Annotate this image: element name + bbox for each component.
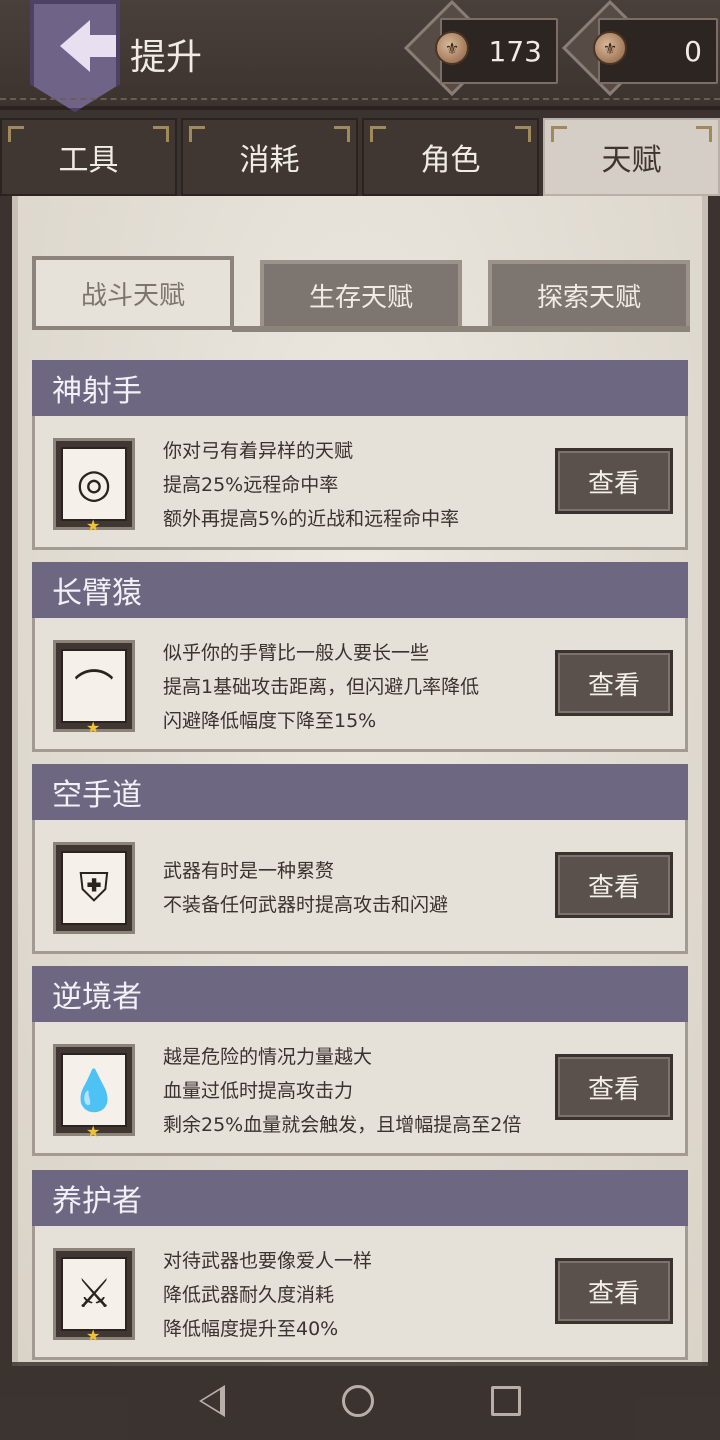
talent-description: 武器有时是一种累赘 不装备任何武器时提高攻击和闪避	[163, 854, 448, 922]
nav-back-icon[interactable]	[198, 1385, 225, 1417]
desc-line: 不装备任何武器时提高攻击和闪避	[163, 894, 449, 916]
talent-title: 养护者	[32, 1170, 688, 1226]
talent-icon-frame: ◎ ★	[53, 438, 135, 535]
back-arrow-icon	[60, 20, 116, 72]
talent-title: 神射手	[32, 360, 688, 416]
desc-line: 提高1基础攻击距离，但闪避几率降低	[163, 676, 480, 698]
coin-icon: ⚜	[593, 31, 627, 65]
view-button[interactable]: 查看	[555, 650, 673, 716]
desc-line: 提高25%远程命中率	[163, 474, 339, 496]
main-tabs: 工具 消耗 角色 天赋	[0, 118, 720, 198]
view-button[interactable]: 查看	[555, 448, 673, 514]
tab-character[interactable]: 角色	[362, 118, 539, 196]
talent-description: 你对弓有着异样的天赋 提高25%远程命中率 额外再提高5%的近战和远程命中率	[163, 434, 459, 536]
page-title: 提升	[130, 37, 203, 78]
desc-line: 对待武器也要像爱人一样	[163, 1250, 373, 1272]
talent-description: 似乎你的手臂比一般人要长一些 提高1基础攻击距离，但闪避几率降低 闪避降低幅度下…	[163, 636, 479, 738]
talent-card: 空手道 ⛨ 武器有时是一种累赘 不装备任何武器时提高攻击和闪避 查看	[32, 764, 688, 954]
star-icon: ★	[86, 1326, 101, 1345]
talent-description: 对待武器也要像爱人一样 降低武器耐久度消耗 降低幅度提升至40%	[163, 1244, 372, 1346]
header-bar: 提升 173 ⚜ 0 ⚜	[0, 0, 720, 112]
tab-label: 工具	[58, 143, 119, 178]
desc-line: 降低武器耐久度消耗	[163, 1284, 335, 1306]
tab-talents[interactable]: 天赋	[543, 118, 720, 196]
talent-icon-frame: 💧 ★	[53, 1044, 135, 1141]
view-button[interactable]: 查看	[555, 1054, 673, 1120]
subtab-exploration-talents[interactable]: 探索天赋	[488, 260, 690, 330]
desc-line: 越是危险的情况力量越大	[163, 1046, 373, 1068]
talent-title: 逆境者	[32, 966, 688, 1022]
system-nav-bar	[0, 1362, 720, 1440]
desc-line: 似乎你的手臂比一般人要长一些	[163, 642, 430, 664]
subtab-divider	[232, 326, 690, 332]
currency-value-2: 0	[684, 34, 702, 68]
talent-description: 越是危险的情况力量越大 血量过低时提高攻击力 剩余25%血量就会触发，且增幅提高…	[163, 1040, 521, 1142]
desc-line: 武器有时是一种累赘	[163, 860, 335, 882]
talent-body: ⌒ ★ 似乎你的手臂比一般人要长一些 提高1基础攻击距离，但闪避几率降低 闪避降…	[32, 618, 688, 752]
talent-title: 长臂猿	[32, 562, 688, 618]
blood-drop-icon: 💧	[61, 1053, 127, 1127]
view-button[interactable]: 查看	[555, 1258, 673, 1324]
desc-line: 额外再提高5%的近战和远程命中率	[163, 508, 460, 530]
desc-line: 剩余25%血量就会触发，且增幅提高至2倍	[163, 1114, 522, 1136]
talent-card: 养护者 ⚔ ★ 对待武器也要像爱人一样 降低武器耐久度消耗 降低幅度提升至40%…	[32, 1170, 688, 1360]
talent-card: 逆境者 💧 ★ 越是危险的情况力量越大 血量过低时提高攻击力 剩余25%血量就会…	[32, 966, 688, 1156]
talent-icon-frame: ⌒ ★	[53, 640, 135, 737]
talent-card: 长臂猿 ⌒ ★ 似乎你的手臂比一般人要长一些 提高1基础攻击距离，但闪避几率降低…	[32, 562, 688, 752]
target-arrows-icon: ◎	[61, 447, 127, 521]
subtab-label: 探索天赋	[536, 282, 641, 313]
karate-gi-icon: ⛨	[61, 851, 127, 925]
talent-body: ◎ ★ 你对弓有着异样的天赋 提高25%远程命中率 额外再提高5%的近战和远程命…	[32, 416, 688, 550]
desc-line: 闪避降低幅度下降至15%	[163, 710, 377, 732]
weapon-care-icon: ⚔	[61, 1257, 127, 1331]
talent-body: ⚔ ★ 对待武器也要像爱人一样 降低武器耐久度消耗 降低幅度提升至40% 查看	[32, 1226, 688, 1360]
subtab-label: 战斗天赋	[80, 280, 185, 311]
currency-value-1: 173	[488, 34, 542, 68]
subtab-survival-talents[interactable]: 生存天赋	[260, 260, 462, 330]
back-button[interactable]	[30, 0, 120, 112]
tab-label: 天赋	[601, 143, 662, 178]
star-icon: ★	[86, 1122, 101, 1141]
star-icon: ★	[86, 516, 101, 535]
talent-body: ⛨ 武器有时是一种累赘 不装备任何武器时提高攻击和闪避 查看	[32, 820, 688, 954]
desc-line: 你对弓有着异样的天赋	[163, 440, 354, 462]
nav-recents-icon[interactable]	[491, 1386, 522, 1416]
long-arm-icon: ⌒	[61, 649, 127, 723]
tab-tools[interactable]: 工具	[0, 118, 177, 196]
sub-tabs: 战斗天赋 生存天赋 探索天赋	[32, 256, 690, 334]
tab-consumables[interactable]: 消耗	[181, 118, 358, 196]
talent-body: 💧 ★ 越是危险的情况力量越大 血量过低时提高攻击力 剩余25%血量就会触发，且…	[32, 1022, 688, 1156]
subtab-combat-talents[interactable]: 战斗天赋	[32, 256, 234, 330]
coin-icon: ⚜	[435, 31, 469, 65]
subtab-label: 生存天赋	[308, 282, 413, 313]
view-button[interactable]: 查看	[555, 852, 673, 918]
desc-line: 降低幅度提升至40%	[163, 1318, 339, 1340]
tab-label: 角色	[420, 143, 481, 178]
star-icon: ★	[86, 718, 101, 737]
talent-card: 神射手 ◎ ★ 你对弓有着异样的天赋 提高25%远程命中率 额外再提高5%的近战…	[32, 360, 688, 550]
tab-label: 消耗	[239, 143, 300, 178]
desc-line: 血量过低时提高攻击力	[163, 1080, 354, 1102]
talent-icon-frame: ⚔ ★	[53, 1248, 135, 1345]
talent-icon-frame: ⛨	[53, 842, 135, 934]
nav-home-icon[interactable]	[341, 1385, 374, 1417]
talent-title: 空手道	[32, 764, 688, 820]
